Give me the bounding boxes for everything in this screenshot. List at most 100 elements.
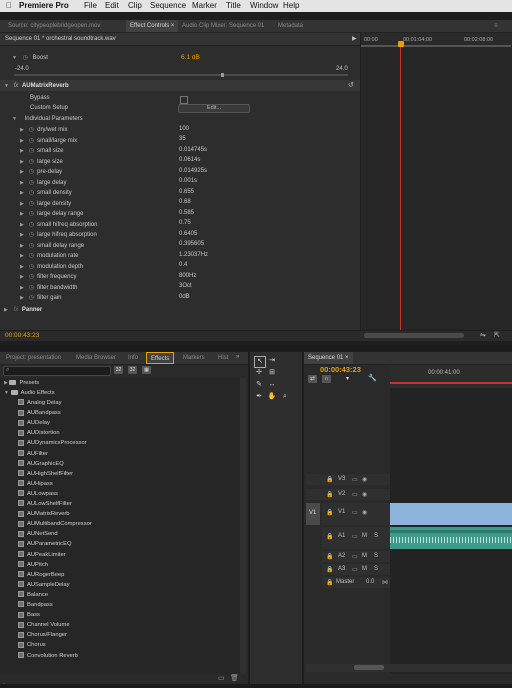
master-link-icon[interactable]: ⋈: [382, 579, 388, 586]
effect-item[interactable]: AUFilter: [18, 449, 48, 459]
video-clip[interactable]: [390, 503, 512, 525]
eye-icon[interactable]: ◉: [362, 509, 367, 516]
effect-item[interactable]: AUBandpass: [18, 408, 61, 418]
timeline-timecode[interactable]: 00:00:43:23: [320, 365, 361, 374]
mute-button[interactable]: M: [362, 553, 367, 559]
stopwatch-icon[interactable]: ◷: [29, 264, 34, 270]
close-icon[interactable]: ×: [171, 23, 175, 29]
param-value[interactable]: 0.014925s: [179, 168, 207, 174]
slip-tool-icon[interactable]: ↔: [267, 380, 277, 390]
search-input[interactable]: ⌕: [3, 366, 111, 376]
settings-wrench-icon[interactable]: 🔧: [368, 374, 377, 382]
toggle-sync-icon[interactable]: ▭: [352, 553, 358, 560]
param-value[interactable]: 35: [179, 136, 186, 142]
tab-metadata[interactable]: Metadata: [274, 20, 307, 32]
effect-item[interactable]: AUPitch: [18, 560, 48, 570]
lock-icon[interactable]: 🔒: [326, 533, 333, 540]
yuv-effects-icon[interactable]: ▦: [142, 366, 151, 374]
expand-icon[interactable]: ▶: [20, 274, 24, 280]
toggle-sync-icon[interactable]: ▭: [352, 533, 358, 540]
lock-icon[interactable]: 🔒: [326, 566, 333, 573]
playhead-handle[interactable]: [398, 41, 404, 47]
expand-icon[interactable]: ▶: [20, 222, 24, 228]
effect-item[interactable]: Chorus: [18, 640, 46, 650]
export-icon[interactable]: ⇱: [494, 331, 500, 339]
track-select-tool-icon[interactable]: ⇥: [267, 356, 277, 366]
lock-icon[interactable]: 🔒: [326, 509, 333, 516]
effect-item[interactable]: Bass: [18, 610, 40, 620]
track-label-v3[interactable]: V3: [338, 476, 345, 482]
accelerated-effects-icon[interactable]: 32: [114, 366, 123, 374]
32bit-effects-icon[interactable]: 32: [128, 366, 137, 374]
toggle-sync-icon[interactable]: ▭: [352, 491, 358, 498]
marker-icon[interactable]: ▾: [346, 375, 349, 382]
stopwatch-icon[interactable]: ◷: [29, 169, 34, 175]
expand-icon[interactable]: ▼: [4, 390, 9, 396]
expand-icon[interactable]: ▶: [20, 190, 24, 196]
tab-project[interactable]: Project: presentation: [2, 352, 65, 364]
lock-icon[interactable]: 🔒: [326, 579, 333, 586]
stopwatch-icon[interactable]: ◷: [29, 222, 34, 228]
effect-item[interactable]: AUNetSend: [18, 529, 58, 539]
menu-title[interactable]: Title: [226, 1, 241, 10]
timeline-scroll-thumb[interactable]: [354, 665, 384, 670]
stopwatch-icon[interactable]: ◷: [29, 295, 34, 301]
tab-info[interactable]: Info: [124, 352, 142, 364]
expand-icon[interactable]: ▼: [4, 83, 9, 89]
snap-icon[interactable]: ∩: [322, 375, 331, 383]
expand-icon[interactable]: ▶: [20, 169, 24, 175]
expand-icon[interactable]: ▶: [20, 211, 24, 217]
pen-tool-icon[interactable]: ✒: [254, 392, 264, 402]
param-value[interactable]: 0.0614s: [179, 157, 200, 163]
zoom-tool-icon[interactable]: ⌕: [280, 392, 290, 402]
nest-icon[interactable]: ⇄: [308, 375, 317, 383]
panel-divider[interactable]: [0, 345, 512, 351]
effect-item[interactable]: AUMatrixReverb: [18, 509, 70, 519]
lock-icon[interactable]: 🔒: [326, 553, 333, 560]
boost-slider-thumb[interactable]: [221, 73, 224, 77]
param-value[interactable]: 3Oct: [179, 283, 192, 289]
expand-icon[interactable]: ▶: [20, 232, 24, 238]
param-value[interactable]: 0.395605: [179, 241, 204, 247]
rolling-edit-tool-icon[interactable]: ⊞: [267, 368, 277, 378]
status-icon[interactable]: ◦: [3, 681, 5, 687]
expand-icon[interactable]: ▶: [20, 159, 24, 165]
stopwatch-icon[interactable]: ◷: [29, 201, 34, 207]
param-value[interactable]: 1.23037Hz: [179, 252, 208, 258]
toggle-sync-icon[interactable]: ▭: [352, 509, 358, 516]
param-value[interactable]: 0.68: [179, 199, 191, 205]
audio-effects-folder[interactable]: ▼ Audio Effects: [4, 388, 55, 398]
menu-file[interactable]: File: [84, 1, 97, 10]
fx-icon[interactable]: fx: [14, 83, 19, 89]
effect-item[interactable]: AUSampleDelay: [18, 580, 70, 590]
track-label-a1[interactable]: A1: [338, 533, 345, 539]
edit-button[interactable]: Edit...: [178, 104, 250, 113]
panel-menu-icon[interactable]: ≡: [490, 20, 502, 32]
effect-item[interactable]: AUHighShelfFilter: [18, 469, 73, 479]
mute-button[interactable]: M: [362, 566, 367, 572]
menu-help[interactable]: Help: [283, 1, 299, 10]
presets-folder[interactable]: ▶ Presets: [4, 378, 39, 388]
param-value[interactable]: 0.6405: [179, 231, 197, 237]
fx-icon[interactable]: fx: [14, 307, 19, 313]
stopwatch-icon[interactable]: ◷: [29, 159, 34, 165]
keyframe-area[interactable]: [360, 47, 512, 338]
expand-icon[interactable]: ▶: [4, 380, 8, 386]
effect-item[interactable]: Convolution Reverb: [18, 651, 78, 661]
track-label-a3[interactable]: A3: [338, 566, 345, 572]
effect-item[interactable]: AUDistortion: [18, 428, 60, 438]
param-value[interactable]: 0dB: [179, 294, 190, 300]
effect-item[interactable]: AUMultibandCompressor: [18, 519, 92, 529]
tab-audio-clip-mixer[interactable]: Audio Clip Mixer: Sequence 01: [178, 20, 268, 32]
stopwatch-icon[interactable]: ◷: [29, 180, 34, 186]
menu-edit[interactable]: Edit: [105, 1, 119, 10]
param-value[interactable]: 0.585: [179, 210, 194, 216]
effect-item[interactable]: AUParametricEQ: [18, 539, 71, 549]
lock-icon[interactable]: 🔒: [326, 476, 333, 483]
param-value[interactable]: 0.001s: [179, 178, 197, 184]
horizontal-scrollbar[interactable]: [364, 333, 464, 338]
stopwatch-icon[interactable]: ◷: [29, 274, 34, 280]
tab-sequence[interactable]: Sequence 01 ×: [304, 352, 353, 364]
stopwatch-icon[interactable]: ◷: [29, 232, 34, 238]
source-patch-v1[interactable]: V1: [306, 503, 320, 525]
